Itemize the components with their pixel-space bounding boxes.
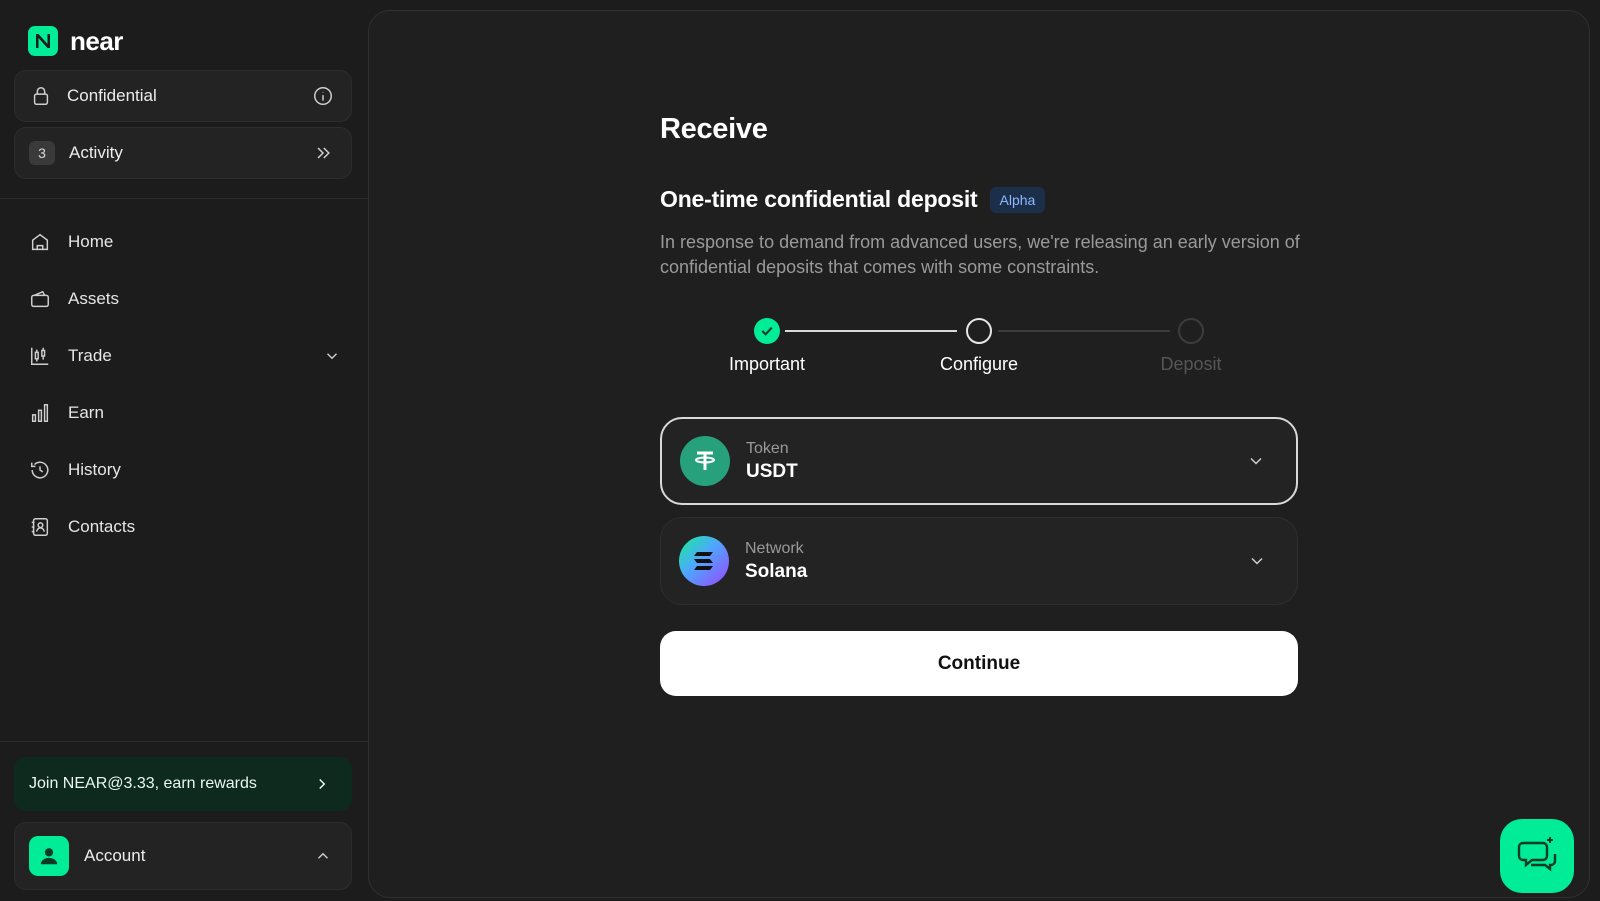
- chevron-down-icon: [1245, 549, 1269, 573]
- step-label-deposit: Deposit: [1160, 354, 1222, 374]
- promo-label: Join NEAR@3.33, earn rewards: [29, 775, 257, 792]
- chat-icon: [1517, 834, 1557, 879]
- step-pending-dot: [1178, 318, 1204, 344]
- sidebar-item-home[interactable]: Home: [28, 224, 344, 260]
- sidebar-item-label: History: [68, 460, 121, 479]
- usdt-icon: [680, 436, 730, 486]
- sidebar-item-contacts[interactable]: Contacts: [28, 509, 344, 545]
- step-connector-pending: [998, 330, 1170, 332]
- near-logo[interactable]: near: [28, 26, 123, 56]
- support-chat-button[interactable]: [1500, 819, 1574, 893]
- section-description: In response to demand from advanced user…: [660, 232, 1300, 277]
- activity-label: Activity: [69, 143, 123, 162]
- history-icon: [28, 458, 52, 482]
- step-label-important: Important: [728, 354, 806, 374]
- near-logo-icon: [28, 26, 58, 56]
- chevron-up-icon: [311, 844, 335, 868]
- bar-chart-icon: [28, 401, 52, 425]
- sidebar-item-trade[interactable]: Trade: [28, 338, 344, 374]
- sidebar: near Confidential 3 Activity Home Assets: [0, 0, 368, 901]
- stepper: Important Configure Deposit: [660, 318, 1298, 378]
- token-select[interactable]: Token USDT: [660, 417, 1298, 505]
- page-title: Receive: [660, 113, 768, 145]
- account-label: Account: [84, 846, 146, 865]
- sidebar-item-label: Trade: [68, 346, 112, 365]
- step-current-dot: [966, 318, 992, 344]
- sidebar-item-label: Home: [68, 232, 114, 251]
- check-icon: [754, 318, 780, 344]
- sidebar-item-assets[interactable]: Assets: [28, 281, 344, 317]
- token-caption: Token: [746, 439, 789, 457]
- token-select-texts: Token USDT: [746, 440, 1244, 483]
- contacts-icon: [28, 515, 52, 539]
- brand-name: near: [70, 25, 123, 56]
- network-select[interactable]: Network Solana: [660, 517, 1298, 605]
- step-label-configure: Configure: [939, 354, 1019, 374]
- info-icon[interactable]: [311, 84, 335, 108]
- section-title: One-time confidential deposit: [660, 186, 978, 212]
- solana-icon: [679, 536, 729, 586]
- sidebar-divider: [0, 741, 368, 742]
- confidential-toggle[interactable]: Confidential: [14, 70, 352, 122]
- sidebar-item-label: Assets: [68, 289, 120, 308]
- sidebar-item-earn[interactable]: Earn: [28, 395, 344, 431]
- alpha-badge: Alpha: [989, 186, 1046, 213]
- lock-icon: [29, 84, 53, 108]
- sidebar-item-history[interactable]: History: [28, 452, 344, 488]
- section-header: One-time confidential deposit Alpha: [660, 186, 1046, 213]
- confidential-label: Confidential: [67, 86, 157, 105]
- token-value: USDT: [746, 460, 798, 482]
- avatar: [29, 836, 69, 876]
- account-menu[interactable]: Account: [14, 822, 352, 890]
- sidebar-item-label: Earn: [68, 403, 104, 422]
- home-icon: [28, 230, 52, 254]
- candlestick-icon: [28, 344, 52, 368]
- sidebar-divider: [0, 198, 368, 199]
- chevron-down-icon: [1244, 449, 1268, 473]
- rewards-promo-banner[interactable]: Join NEAR@3.33, earn rewards: [14, 757, 352, 811]
- step-connector-done: [785, 330, 957, 332]
- network-value: Solana: [745, 560, 808, 582]
- chevron-down-icon: [320, 344, 344, 368]
- activity-panel-button[interactable]: 3 Activity: [14, 127, 352, 179]
- wallet-icon: [28, 287, 52, 311]
- continue-button[interactable]: Continue: [660, 631, 1298, 696]
- network-caption: Network: [745, 539, 804, 557]
- double-chevron-right-icon: [311, 141, 335, 165]
- chevron-right-icon: [310, 772, 334, 796]
- network-select-texts: Network Solana: [745, 540, 1245, 583]
- sidebar-item-label: Contacts: [68, 517, 136, 536]
- activity-count-badge: 3: [29, 141, 55, 165]
